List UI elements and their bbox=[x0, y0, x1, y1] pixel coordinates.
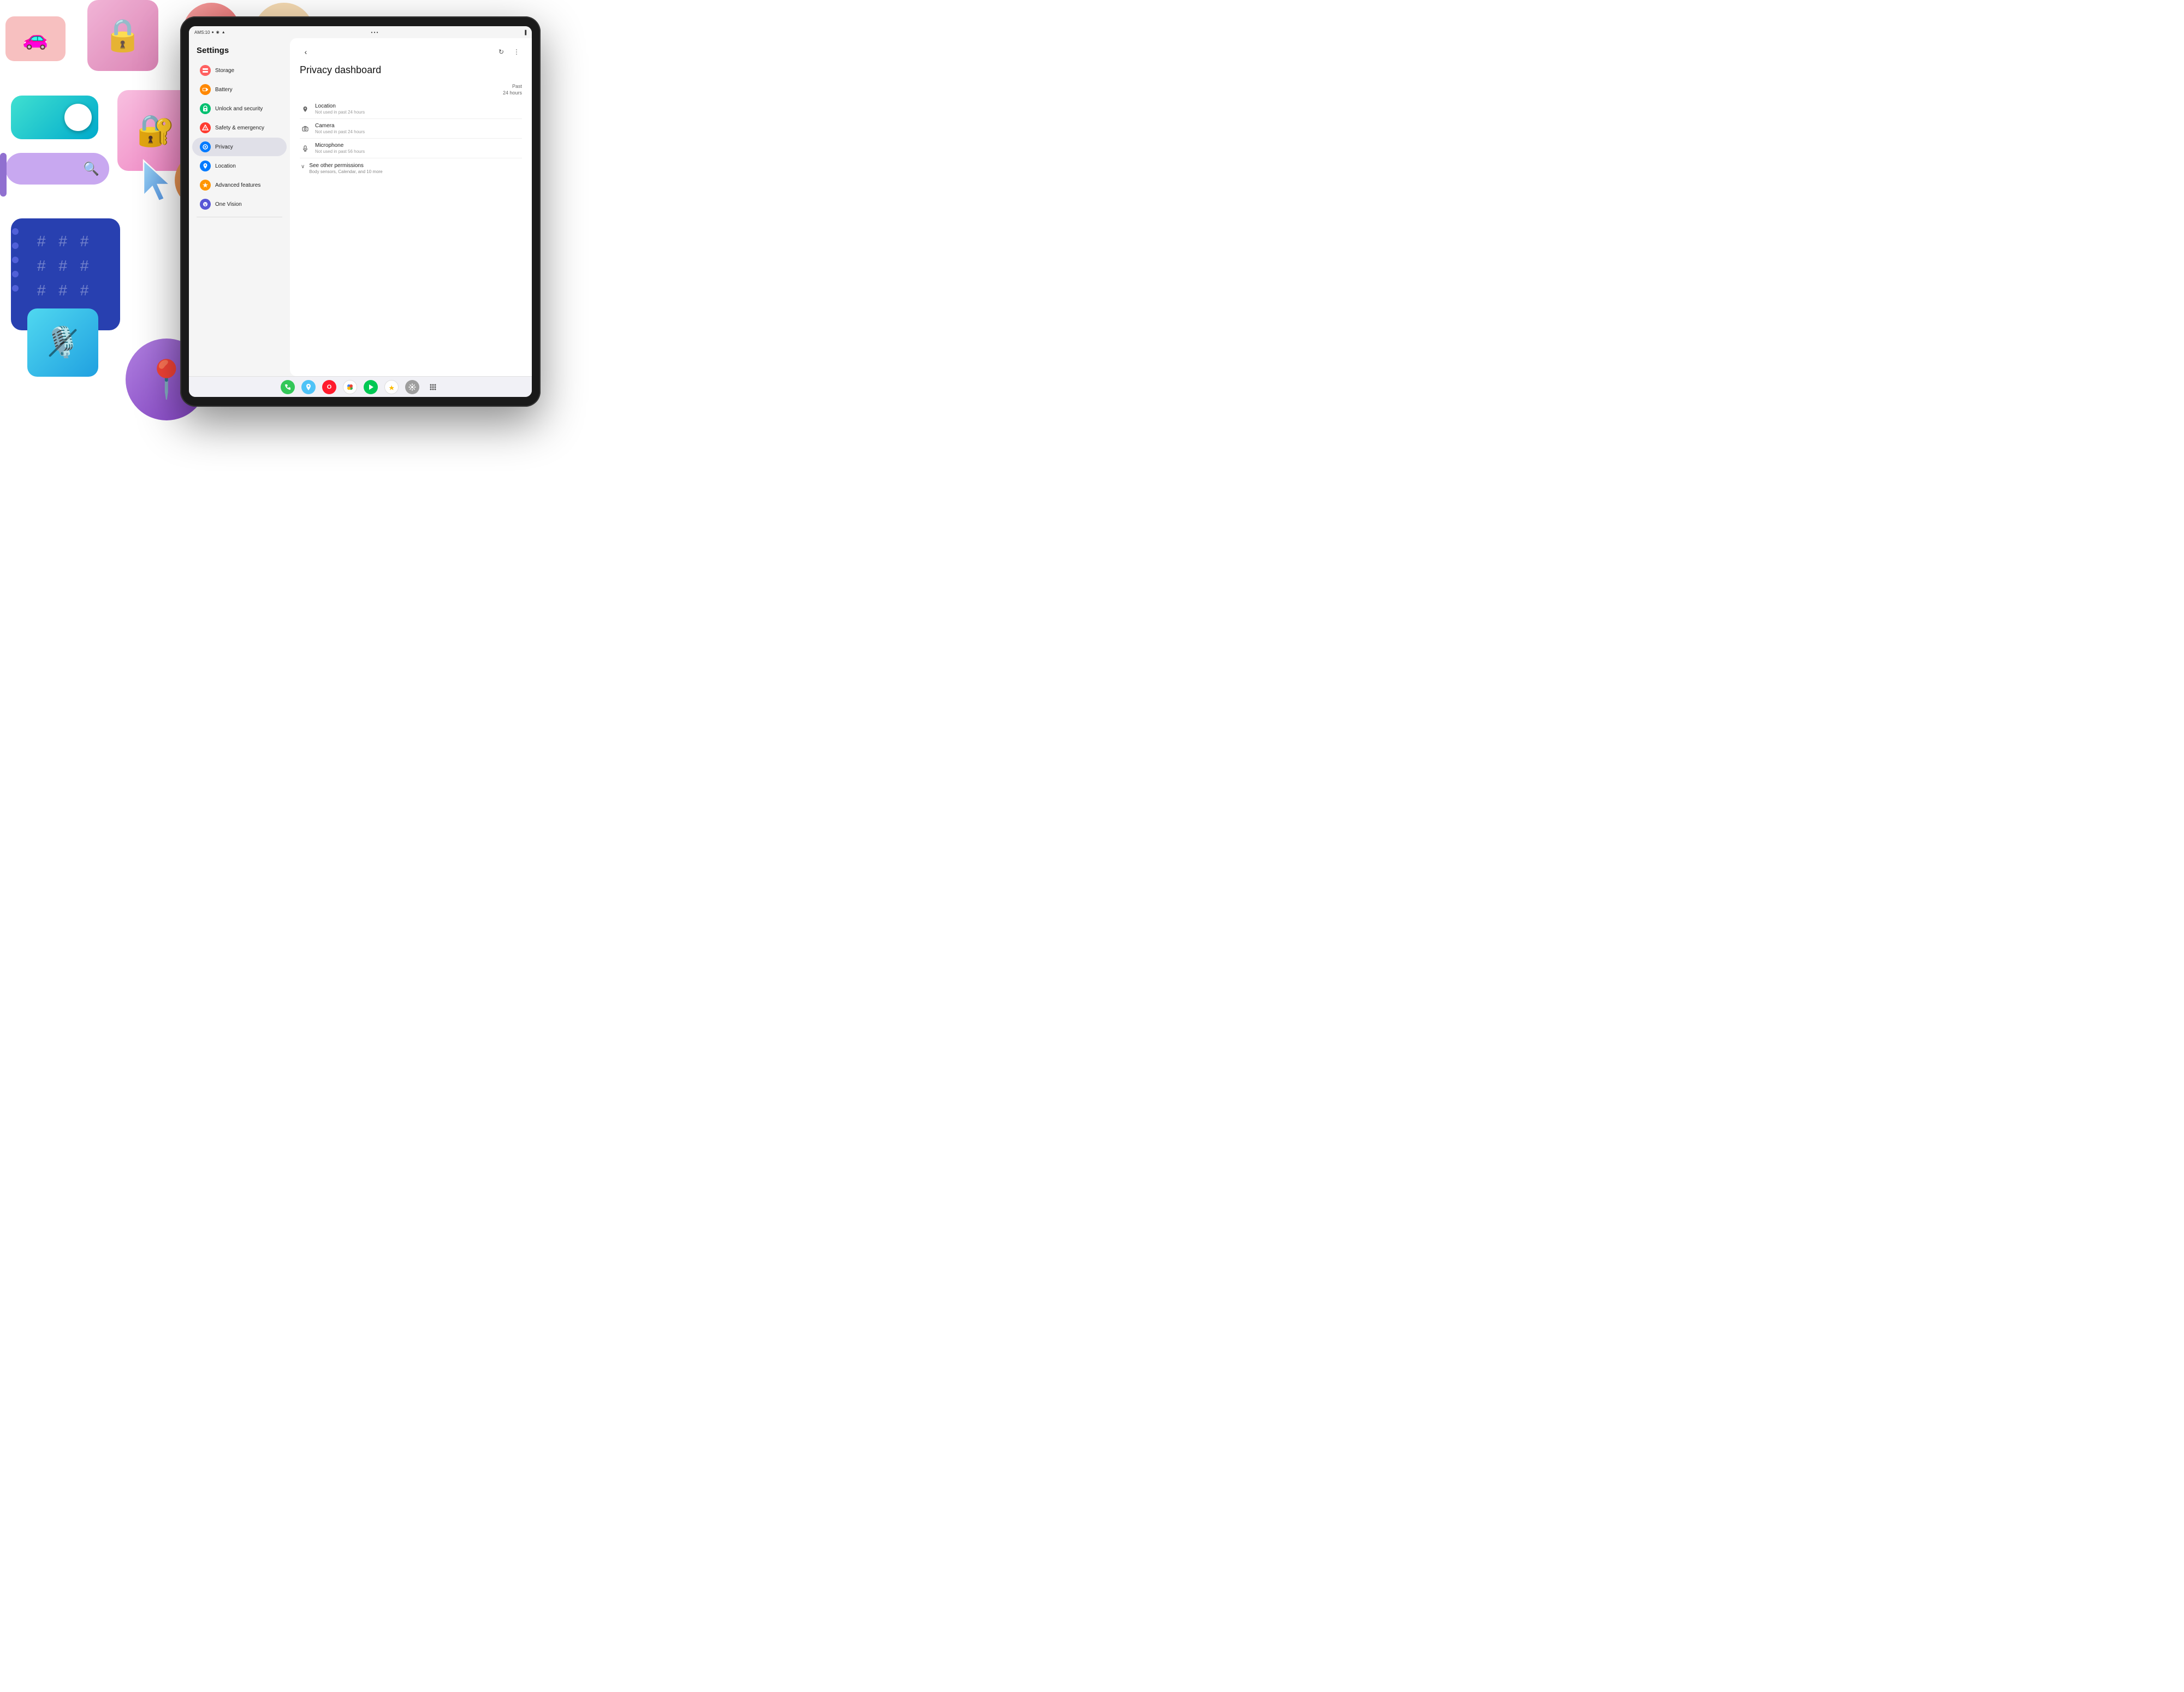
sidebar-label-storage: Storage bbox=[215, 68, 234, 74]
mic-perm-name: Microphone bbox=[315, 143, 521, 149]
toggle-icon bbox=[11, 96, 98, 139]
camera-perm-name: Camera bbox=[315, 123, 521, 129]
camera-perm-text: Camera Not used in past 24 hours bbox=[315, 123, 521, 134]
location-icon bbox=[200, 161, 211, 171]
mic-perm-sub: Not used in past 56 hours bbox=[315, 149, 521, 154]
time-label: Past 24 hours bbox=[300, 84, 522, 96]
grid-panel-icon bbox=[11, 218, 120, 330]
permission-camera[interactable]: Camera Not used in past 24 hours bbox=[300, 119, 522, 139]
grid-dots bbox=[12, 228, 19, 292]
status-bar: AMS:10 ● ◉ ▲ • • • ▐ bbox=[189, 26, 532, 38]
taskbar-assistant[interactable] bbox=[343, 380, 357, 394]
see-other-sub: Body sensors, Calendar, and 10 more bbox=[309, 169, 382, 174]
location-perm-sub: Not used in past 24 hours bbox=[315, 110, 521, 115]
location-perm-icon bbox=[301, 105, 310, 114]
header-actions: ↻ ⋮ bbox=[496, 46, 522, 57]
status-time: AMS:10 bbox=[194, 30, 210, 35]
sidebar-item-battery[interactable]: Battery bbox=[192, 80, 287, 99]
sidebar-item-onevision[interactable]: V One Vision bbox=[192, 195, 287, 213]
main-content: ‹ ↻ ⋮ Privacy dashboard Past 24 hours bbox=[290, 38, 532, 376]
tablet-outer: AMS:10 ● ◉ ▲ • • • ▐ Settings bbox=[180, 16, 541, 407]
search-bar-icon bbox=[5, 153, 109, 185]
see-other-permissions[interactable]: ∨ See other permissions Body sensors, Ca… bbox=[300, 158, 522, 179]
safety-icon bbox=[200, 122, 211, 133]
onevision-icon: V bbox=[200, 199, 211, 210]
sidebar-label-advanced: Advanced features bbox=[215, 182, 260, 188]
tablet: AMS:10 ● ◉ ▲ • • • ▐ Settings bbox=[180, 16, 541, 407]
cursor-icon bbox=[139, 158, 183, 207]
taskbar-maps[interactable] bbox=[301, 380, 316, 394]
advanced-icon bbox=[200, 180, 211, 191]
status-left: AMS:10 ● ◉ ▲ bbox=[194, 30, 226, 35]
storage-icon bbox=[200, 65, 211, 76]
status-center: • • • bbox=[371, 30, 378, 35]
permission-location[interactable]: Location Not used in past 24 hours bbox=[300, 99, 522, 119]
taskbar-play[interactable] bbox=[364, 380, 378, 394]
sidebar-label-location: Location bbox=[215, 163, 236, 169]
screen-body: Settings Storage Battery bbox=[189, 38, 532, 376]
settings-sidebar: Settings Storage Battery bbox=[189, 38, 290, 376]
car-icon bbox=[5, 16, 66, 61]
mic-muted-icon bbox=[27, 308, 98, 377]
status-right: ▐ bbox=[523, 30, 526, 35]
camera-perm-sub: Not used in past 24 hours bbox=[315, 129, 521, 134]
sidebar-item-location[interactable]: Location bbox=[192, 157, 287, 175]
refresh-button[interactable]: ↻ bbox=[496, 46, 507, 57]
mic-perm-icon bbox=[301, 144, 310, 153]
battery-icon bbox=[200, 84, 211, 95]
sidebar-label-safety: Safety & emergency bbox=[215, 125, 264, 131]
back-button[interactable]: ‹ bbox=[300, 46, 312, 58]
tablet-screen: AMS:10 ● ◉ ▲ • • • ▐ Settings bbox=[189, 26, 532, 397]
slider-icon bbox=[0, 153, 7, 197]
lock-icon bbox=[87, 0, 158, 71]
svg-text:V: V bbox=[204, 204, 206, 207]
taskbar: O bbox=[189, 376, 532, 397]
sidebar-label-battery: Battery bbox=[215, 87, 233, 93]
taskbar-settings[interactable] bbox=[405, 380, 419, 394]
sidebar-item-unlock[interactable]: Unlock and security bbox=[192, 99, 287, 118]
status-dots: • • • bbox=[371, 30, 378, 35]
sidebar-item-privacy[interactable]: Privacy bbox=[192, 138, 287, 156]
taskbar-opera[interactable]: O bbox=[322, 380, 336, 394]
more-button[interactable]: ⋮ bbox=[511, 46, 522, 57]
sidebar-label-unlock: Unlock and security bbox=[215, 106, 263, 112]
taskbar-apps[interactable] bbox=[426, 380, 440, 394]
mic-perm-text: Microphone Not used in past 56 hours bbox=[315, 143, 521, 154]
sidebar-label-onevision: One Vision bbox=[215, 201, 242, 207]
location-perm-text: Location Not used in past 24 hours bbox=[315, 103, 521, 115]
sidebar-item-safety[interactable]: Safety & emergency bbox=[192, 118, 287, 137]
permission-microphone[interactable]: Microphone Not used in past 56 hours bbox=[300, 139, 522, 158]
camera-perm-icon bbox=[301, 124, 310, 133]
sidebar-item-storage[interactable]: Storage bbox=[192, 61, 287, 80]
unlock-icon bbox=[200, 103, 211, 114]
sidebar-title: Settings bbox=[189, 44, 290, 61]
sidebar-item-advanced[interactable]: Advanced features bbox=[192, 176, 287, 194]
see-other-text: See other permissions Body sensors, Cale… bbox=[309, 163, 382, 174]
content-header: ‹ ↻ ⋮ bbox=[300, 46, 522, 58]
sidebar-label-privacy: Privacy bbox=[215, 144, 233, 150]
privacy-icon bbox=[200, 141, 211, 152]
status-indicators: ● ◉ ▲ bbox=[211, 30, 225, 34]
taskbar-phone[interactable] bbox=[281, 380, 295, 394]
page-title: Privacy dashboard bbox=[300, 64, 522, 76]
chevron-down-icon: ∨ bbox=[301, 164, 305, 170]
see-other-label: See other permissions bbox=[309, 163, 382, 169]
taskbar-photos[interactable] bbox=[384, 380, 399, 394]
location-perm-name: Location bbox=[315, 103, 521, 109]
